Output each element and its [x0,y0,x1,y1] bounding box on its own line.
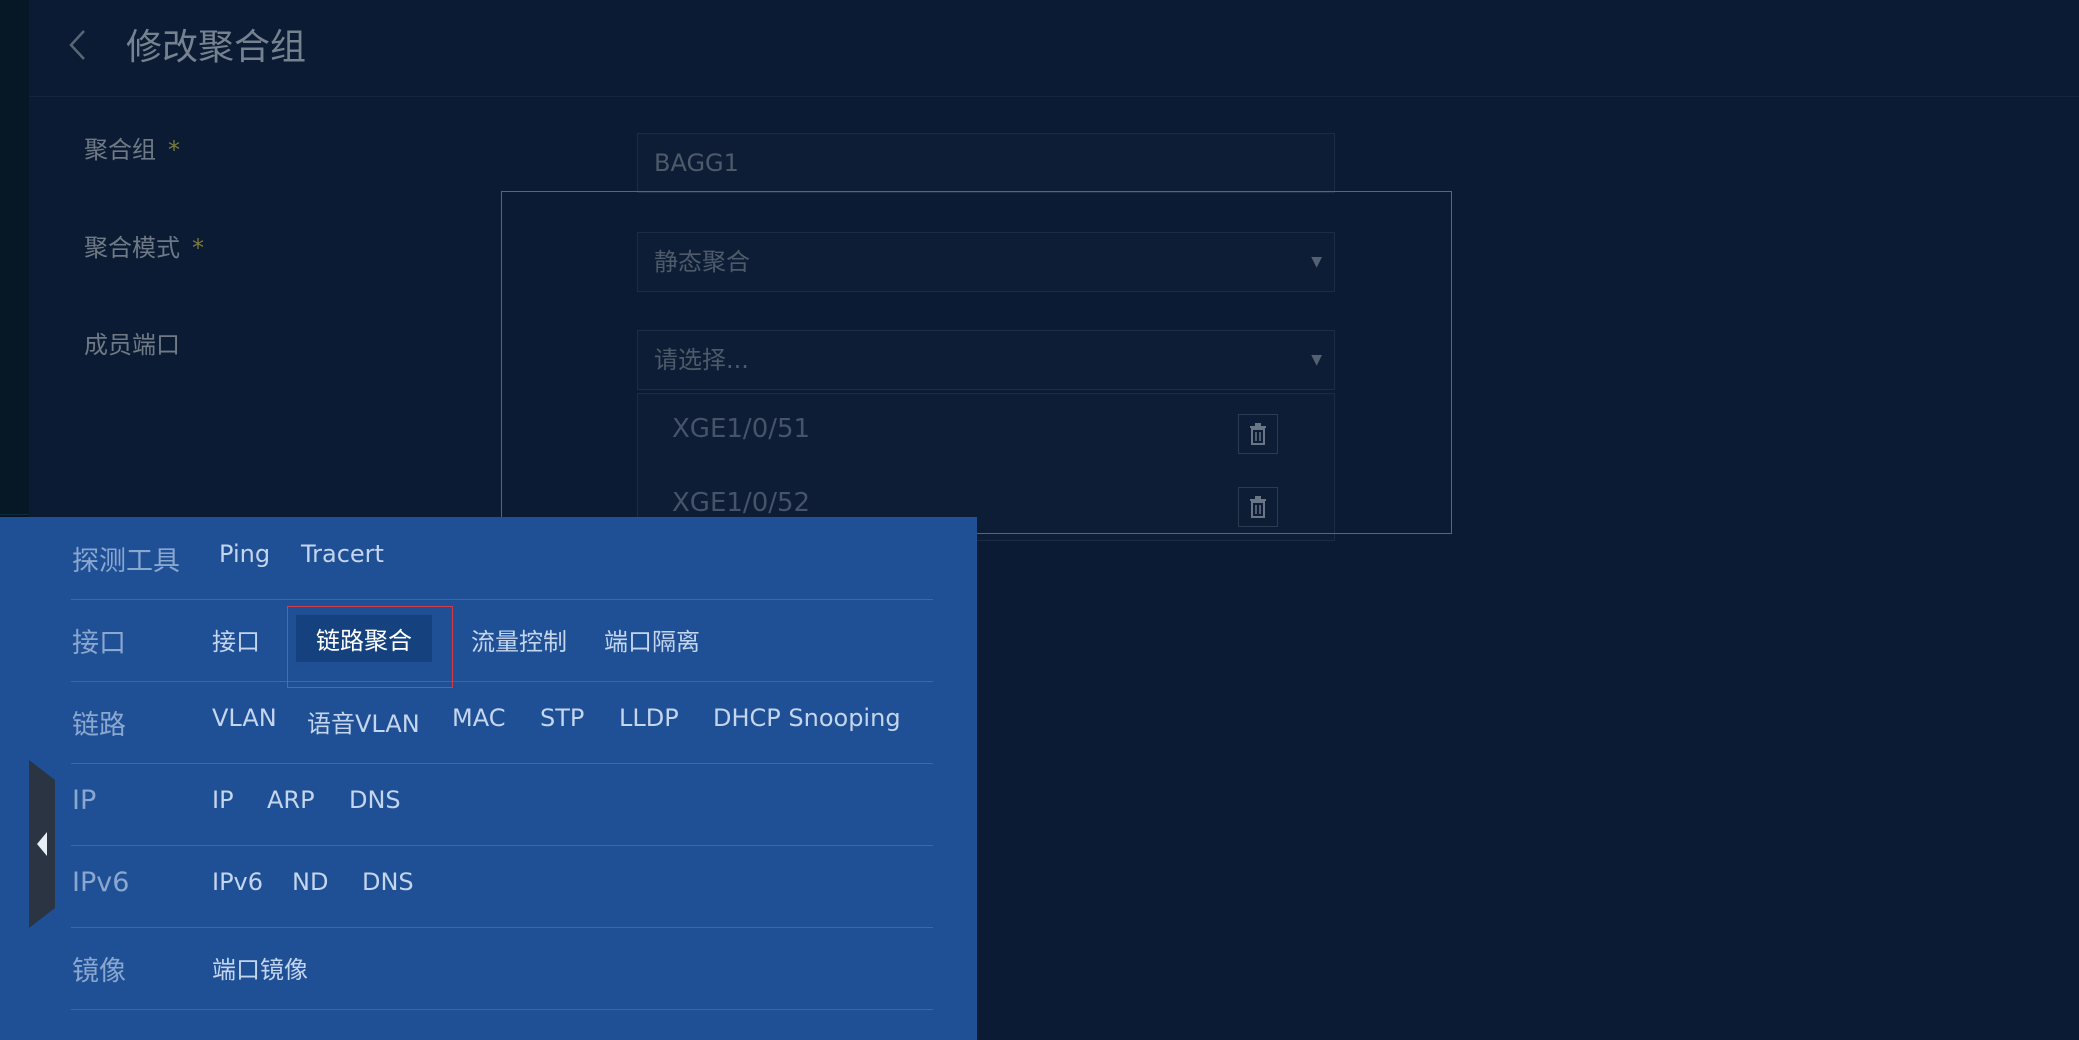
group-label: 聚合组 * [84,130,180,165]
menu-item-lldp[interactable]: LLDP [619,704,679,732]
required-mark: * [168,136,180,164]
menu-item-flow-control[interactable]: 流量控制 [471,622,567,657]
menu-item-dns-v6[interactable]: DNS [362,868,414,896]
menu-item-stp[interactable]: STP [540,704,584,732]
menu-item-dns[interactable]: DNS [349,786,401,814]
required-mark: * [192,234,204,262]
group-label-text: 聚合组 [84,136,156,164]
collapse-menu-button[interactable] [29,760,55,928]
menu-item-ping[interactable]: Ping [219,540,270,568]
rail-segment [0,342,29,431]
mode-label: 聚合模式 * [84,228,204,263]
menu-row: 镜像 端口镜像 [71,927,933,1010]
mode-label-text: 聚合模式 [84,234,180,262]
nav-menu-panel: 探测工具 Ping Tracert 接口 接口 链路聚合 流量控制 端口隔离 链… [0,517,977,1040]
menu-row: 链路 VLAN 语音VLAN MAC STP LLDP DHCP Snoopin… [71,681,933,764]
menu-category: IP [72,785,97,816]
menu-item-voice-vlan[interactable]: 语音VLAN [307,704,420,739]
rail-segment [0,430,29,515]
back-button[interactable] [68,28,88,62]
highlight-box [501,191,1452,534]
chevron-left-icon [69,30,85,60]
menu-category: 镜像 [72,956,126,987]
menu-item-interface[interactable]: 接口 [212,622,260,657]
menu-item-port-mirroring[interactable]: 端口镜像 [212,950,308,985]
group-name-input[interactable]: BAGG1 [637,133,1335,193]
triangle-left-icon [29,760,55,928]
menu-item-ip[interactable]: IP [212,786,234,814]
menu-item-tracert[interactable]: Tracert [301,540,384,568]
menu-item-port-isolation[interactable]: 端口隔离 [604,622,700,657]
menu-row: 探测工具 Ping Tracert [71,517,933,600]
menu-category: 链路 [72,710,126,741]
menu-item-ipv6[interactable]: IPv6 [212,868,263,896]
menu-category: 探测工具 [72,546,180,577]
menu-category: IPv6 [72,867,130,898]
menu-item-vlan[interactable]: VLAN [212,704,277,732]
page-header [29,0,2079,97]
page-title: 修改聚合组 [126,27,307,68]
highlight-box [287,606,453,688]
menu-item-arp[interactable]: ARP [267,786,315,814]
menu-row: IPv6 IPv6 ND DNS [71,845,933,928]
rail-segment [0,172,29,343]
menu-item-dhcp-snooping[interactable]: DHCP Snooping [713,704,901,732]
menu-category: 接口 [72,628,126,659]
members-label: 成员端口 [84,331,180,359]
rail-segment [0,0,29,173]
menu-row: 接口 接口 链路聚合 流量控制 端口隔离 [71,599,933,682]
menu-item-mac[interactable]: MAC [452,704,505,732]
menu-row: IP IP ARP DNS [71,763,933,846]
menu-item-nd[interactable]: ND [292,868,328,896]
